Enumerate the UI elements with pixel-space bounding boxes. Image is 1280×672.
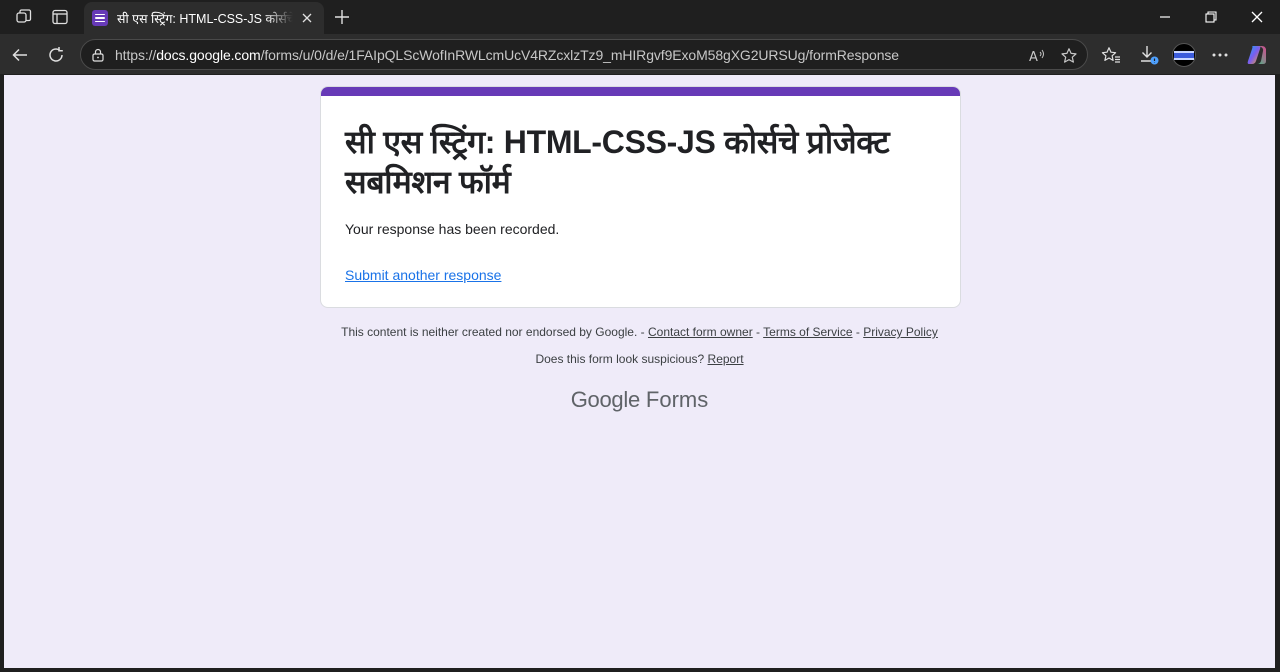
profile-avatar[interactable] (1172, 43, 1196, 67)
suspicious-text: Does this form look suspicious? (535, 352, 705, 366)
restore-icon[interactable] (1197, 5, 1225, 29)
close-window-icon[interactable] (1243, 5, 1271, 29)
page-viewport: सी एस स्ट्रिंग: HTML-CSS-JS कोर्सचे प्रो… (4, 75, 1275, 668)
new-tab-icon[interactable] (330, 5, 354, 29)
submit-another-link[interactable]: Submit another response (345, 267, 501, 283)
workspaces-icon[interactable] (11, 5, 37, 29)
contact-owner-link[interactable]: Contact form owner (648, 325, 753, 339)
confirmation-card: सी एस स्ट्रिंग: HTML-CSS-JS कोर्सचे प्रो… (320, 86, 961, 308)
terms-link[interactable]: Terms of Service (763, 325, 852, 339)
tab-actions-icon[interactable] (47, 5, 73, 29)
svg-text:A: A (1029, 50, 1038, 64)
brand-forms: Forms (645, 387, 709, 412)
copilot-icon[interactable] (1245, 43, 1269, 67)
active-tab[interactable]: सी एस स्ट्रिंग: HTML-CSS-JS कोर्सचे प्रो… (84, 2, 324, 34)
minimize-icon[interactable] (1151, 5, 1179, 29)
refresh-icon[interactable] (43, 42, 69, 68)
disclaimer-text: This content is neither created nor endo… (341, 325, 638, 339)
brand-google: Google (570, 387, 640, 412)
form-title: सी एस स्ट्रिंग: HTML-CSS-JS कोर्सचे प्रो… (345, 124, 890, 200)
separator: - (852, 325, 864, 339)
back-icon[interactable] (7, 42, 33, 68)
card-accent-bar (321, 87, 960, 96)
separator: - (637, 325, 648, 339)
read-aloud-icon[interactable]: A (1028, 46, 1048, 66)
url-path: /forms/u/0/d/e/1FAIpQLScWofInRWLcmUcV4RZ… (260, 47, 900, 63)
close-tab-icon[interactable] (298, 9, 316, 27)
downloads-icon[interactable] (1137, 43, 1161, 67)
favorites-icon[interactable] (1099, 43, 1123, 67)
url-host: docs.google.com (156, 47, 261, 63)
lock-icon[interactable] (90, 47, 106, 63)
tab-strip: सी एस स्ट्रिंग: HTML-CSS-JS कोर्सचे प्रो… (0, 0, 1280, 34)
google-forms-favicon-icon (92, 10, 108, 26)
footer-disclaimer: This content is neither created nor endo… (4, 325, 1275, 339)
favorite-star-icon[interactable] (1059, 46, 1079, 66)
browser-toolbar: https://docs.google.com/forms/u/0/d/e/1F… (0, 34, 1280, 74)
separator: - (752, 325, 764, 339)
address-bar[interactable]: https://docs.google.com/forms/u/0/d/e/1F… (80, 39, 1088, 70)
tab-title: सी एस स्ट्रिंग: HTML-CSS-JS कोर्सचे प्रो… (117, 11, 293, 26)
footer-report: Does this form look suspicious? Report (4, 352, 1275, 366)
confirmation-message: Your response has been recorded. (345, 221, 560, 237)
url-scheme: https:// (115, 47, 157, 63)
report-link[interactable]: Report (708, 352, 744, 366)
google-forms-logo[interactable]: Google Forms (4, 387, 1275, 413)
privacy-link[interactable]: Privacy Policy (863, 325, 938, 339)
url-text[interactable]: https://docs.google.com/forms/u/0/d/e/1F… (115, 47, 899, 63)
more-icon[interactable] (1208, 43, 1232, 67)
